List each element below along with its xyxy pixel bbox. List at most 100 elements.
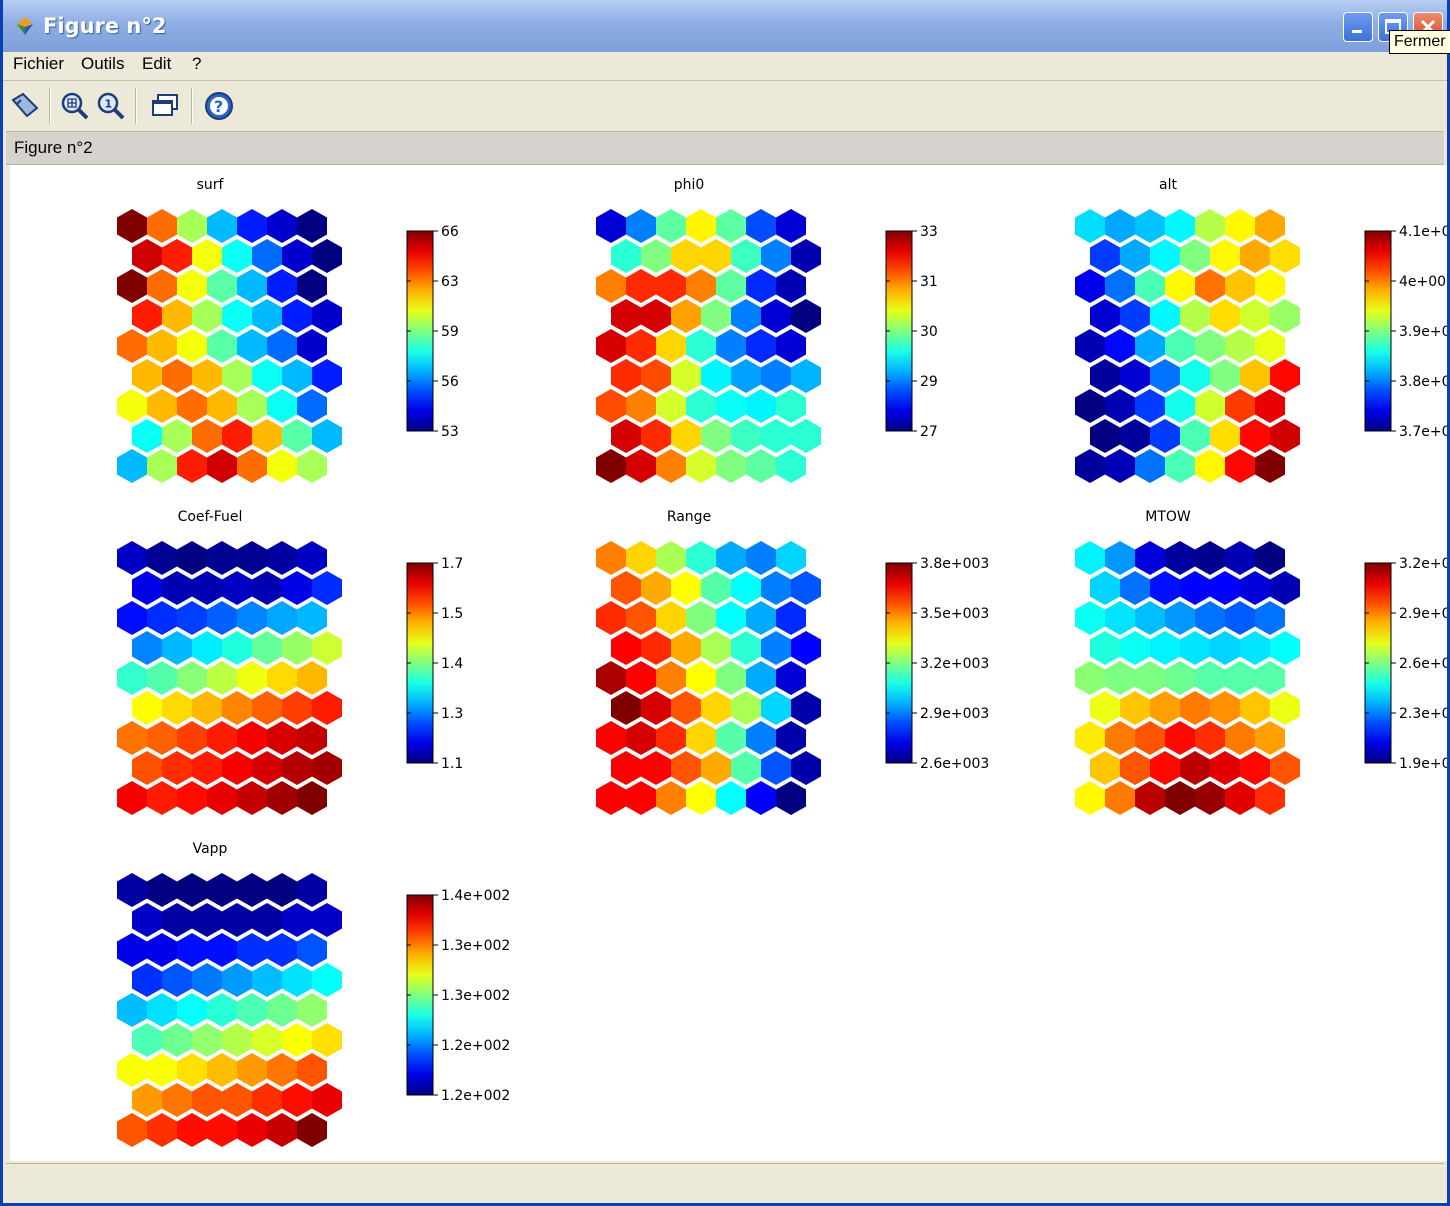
menu-help[interactable]: ? bbox=[192, 54, 201, 74]
hex-cell bbox=[596, 329, 626, 363]
hex-cell bbox=[297, 601, 327, 635]
hex-cell bbox=[1075, 389, 1105, 423]
hex-cell bbox=[117, 721, 147, 755]
hex-cell bbox=[1135, 389, 1165, 423]
hex-cell bbox=[1240, 239, 1270, 273]
hex-cell bbox=[207, 1113, 237, 1147]
hex-cell bbox=[267, 541, 297, 575]
figure-label-bar: Figure n°2 bbox=[6, 131, 1444, 165]
som-plane: surf 66 63 59 56 53 bbox=[117, 177, 459, 483]
hex-cell bbox=[1210, 299, 1240, 333]
hex-cell bbox=[671, 299, 701, 333]
hex-cell bbox=[596, 209, 626, 243]
hex-cell bbox=[1195, 541, 1225, 575]
hex-cell bbox=[746, 721, 776, 755]
hex-cell bbox=[1255, 329, 1285, 363]
hex-cell bbox=[312, 359, 342, 393]
hex-cell bbox=[1255, 269, 1285, 303]
hex-cell bbox=[641, 691, 671, 725]
menu-outils[interactable]: Outils bbox=[81, 54, 124, 74]
hex-cell bbox=[791, 299, 821, 333]
hex-cell bbox=[192, 359, 222, 393]
menu-fichier[interactable]: Fichier bbox=[13, 54, 64, 74]
hex-cell bbox=[761, 691, 791, 725]
hex-cell bbox=[776, 661, 806, 695]
hex-cell bbox=[312, 299, 342, 333]
hex-cell bbox=[1225, 449, 1255, 483]
hex-cell bbox=[147, 601, 177, 635]
hex-cell bbox=[282, 571, 312, 605]
hex-cell bbox=[252, 903, 282, 937]
minimize-button[interactable] bbox=[1343, 12, 1373, 42]
hex-cell bbox=[1165, 661, 1195, 695]
hex-cell bbox=[611, 631, 641, 665]
hex-cell bbox=[147, 389, 177, 423]
hex-cell bbox=[731, 299, 761, 333]
hex-cell bbox=[1225, 781, 1255, 815]
hex-cell bbox=[1135, 721, 1165, 755]
hex-cell bbox=[641, 751, 671, 785]
hex-cell bbox=[177, 993, 207, 1027]
hex-cell bbox=[776, 541, 806, 575]
zoom-reset-icon[interactable]: 1 bbox=[95, 90, 127, 122]
hex-cell bbox=[1135, 601, 1165, 635]
hex-cell bbox=[686, 449, 716, 483]
hex-cell bbox=[746, 541, 776, 575]
hex-cell bbox=[252, 1023, 282, 1057]
hex-cell bbox=[1240, 359, 1270, 393]
hex-cell bbox=[177, 209, 207, 243]
hex-cell bbox=[641, 359, 671, 393]
hex-cell bbox=[686, 329, 716, 363]
colorbar-tick-label: 2.3e+0 bbox=[1399, 706, 1447, 722]
hex-cell bbox=[746, 209, 776, 243]
hex-cell bbox=[282, 1023, 312, 1057]
zoom-in-icon[interactable] bbox=[59, 90, 91, 122]
hex-cell bbox=[776, 329, 806, 363]
status-bar bbox=[6, 1163, 1444, 1196]
hex-cell bbox=[117, 601, 147, 635]
hex-cell bbox=[237, 389, 267, 423]
hex-cell bbox=[222, 239, 252, 273]
toolbar: 1 ? bbox=[3, 82, 1447, 130]
hex-cell bbox=[1210, 239, 1240, 273]
hex-cell bbox=[641, 239, 671, 273]
hex-cell bbox=[1120, 751, 1150, 785]
hex-cell bbox=[791, 571, 821, 605]
hex-cell bbox=[1075, 329, 1105, 363]
hex-cell bbox=[791, 751, 821, 785]
hex-cell bbox=[1150, 419, 1180, 453]
hex-cell bbox=[117, 541, 147, 575]
colorbar-tick-label: 2.9e+003 bbox=[920, 706, 989, 722]
menu-edit[interactable]: Edit bbox=[142, 54, 171, 74]
hex-cell bbox=[1240, 691, 1270, 725]
hex-cell bbox=[132, 571, 162, 605]
hex-cell bbox=[731, 751, 761, 785]
hex-cell bbox=[746, 389, 776, 423]
hex-cell bbox=[282, 691, 312, 725]
hex-cell bbox=[297, 873, 327, 907]
hex-cell bbox=[177, 933, 207, 967]
pointer-icon[interactable] bbox=[9, 90, 41, 122]
hex-cell bbox=[177, 389, 207, 423]
hex-cell bbox=[147, 721, 177, 755]
help-icon[interactable]: ? bbox=[203, 90, 235, 122]
window-icon[interactable] bbox=[149, 90, 181, 122]
hex-cell bbox=[312, 631, 342, 665]
som-plane: phi0 33 31 30 29 27 bbox=[596, 177, 938, 483]
hex-cell bbox=[1180, 299, 1210, 333]
hex-cell bbox=[222, 1083, 252, 1117]
hex-cell bbox=[132, 963, 162, 997]
colorbar-tick-label: 29 bbox=[920, 374, 938, 390]
hex-cell bbox=[656, 389, 686, 423]
hex-cell bbox=[746, 781, 776, 815]
hex-cell bbox=[1090, 571, 1120, 605]
hex-cell bbox=[746, 329, 776, 363]
hex-cell bbox=[776, 209, 806, 243]
hex-cell bbox=[312, 691, 342, 725]
hex-cell bbox=[222, 571, 252, 605]
hex-cell bbox=[192, 1083, 222, 1117]
hex-cell bbox=[671, 631, 701, 665]
hex-cell bbox=[222, 691, 252, 725]
hex-cell bbox=[177, 449, 207, 483]
plane-title: Coef-Fuel bbox=[178, 509, 243, 525]
